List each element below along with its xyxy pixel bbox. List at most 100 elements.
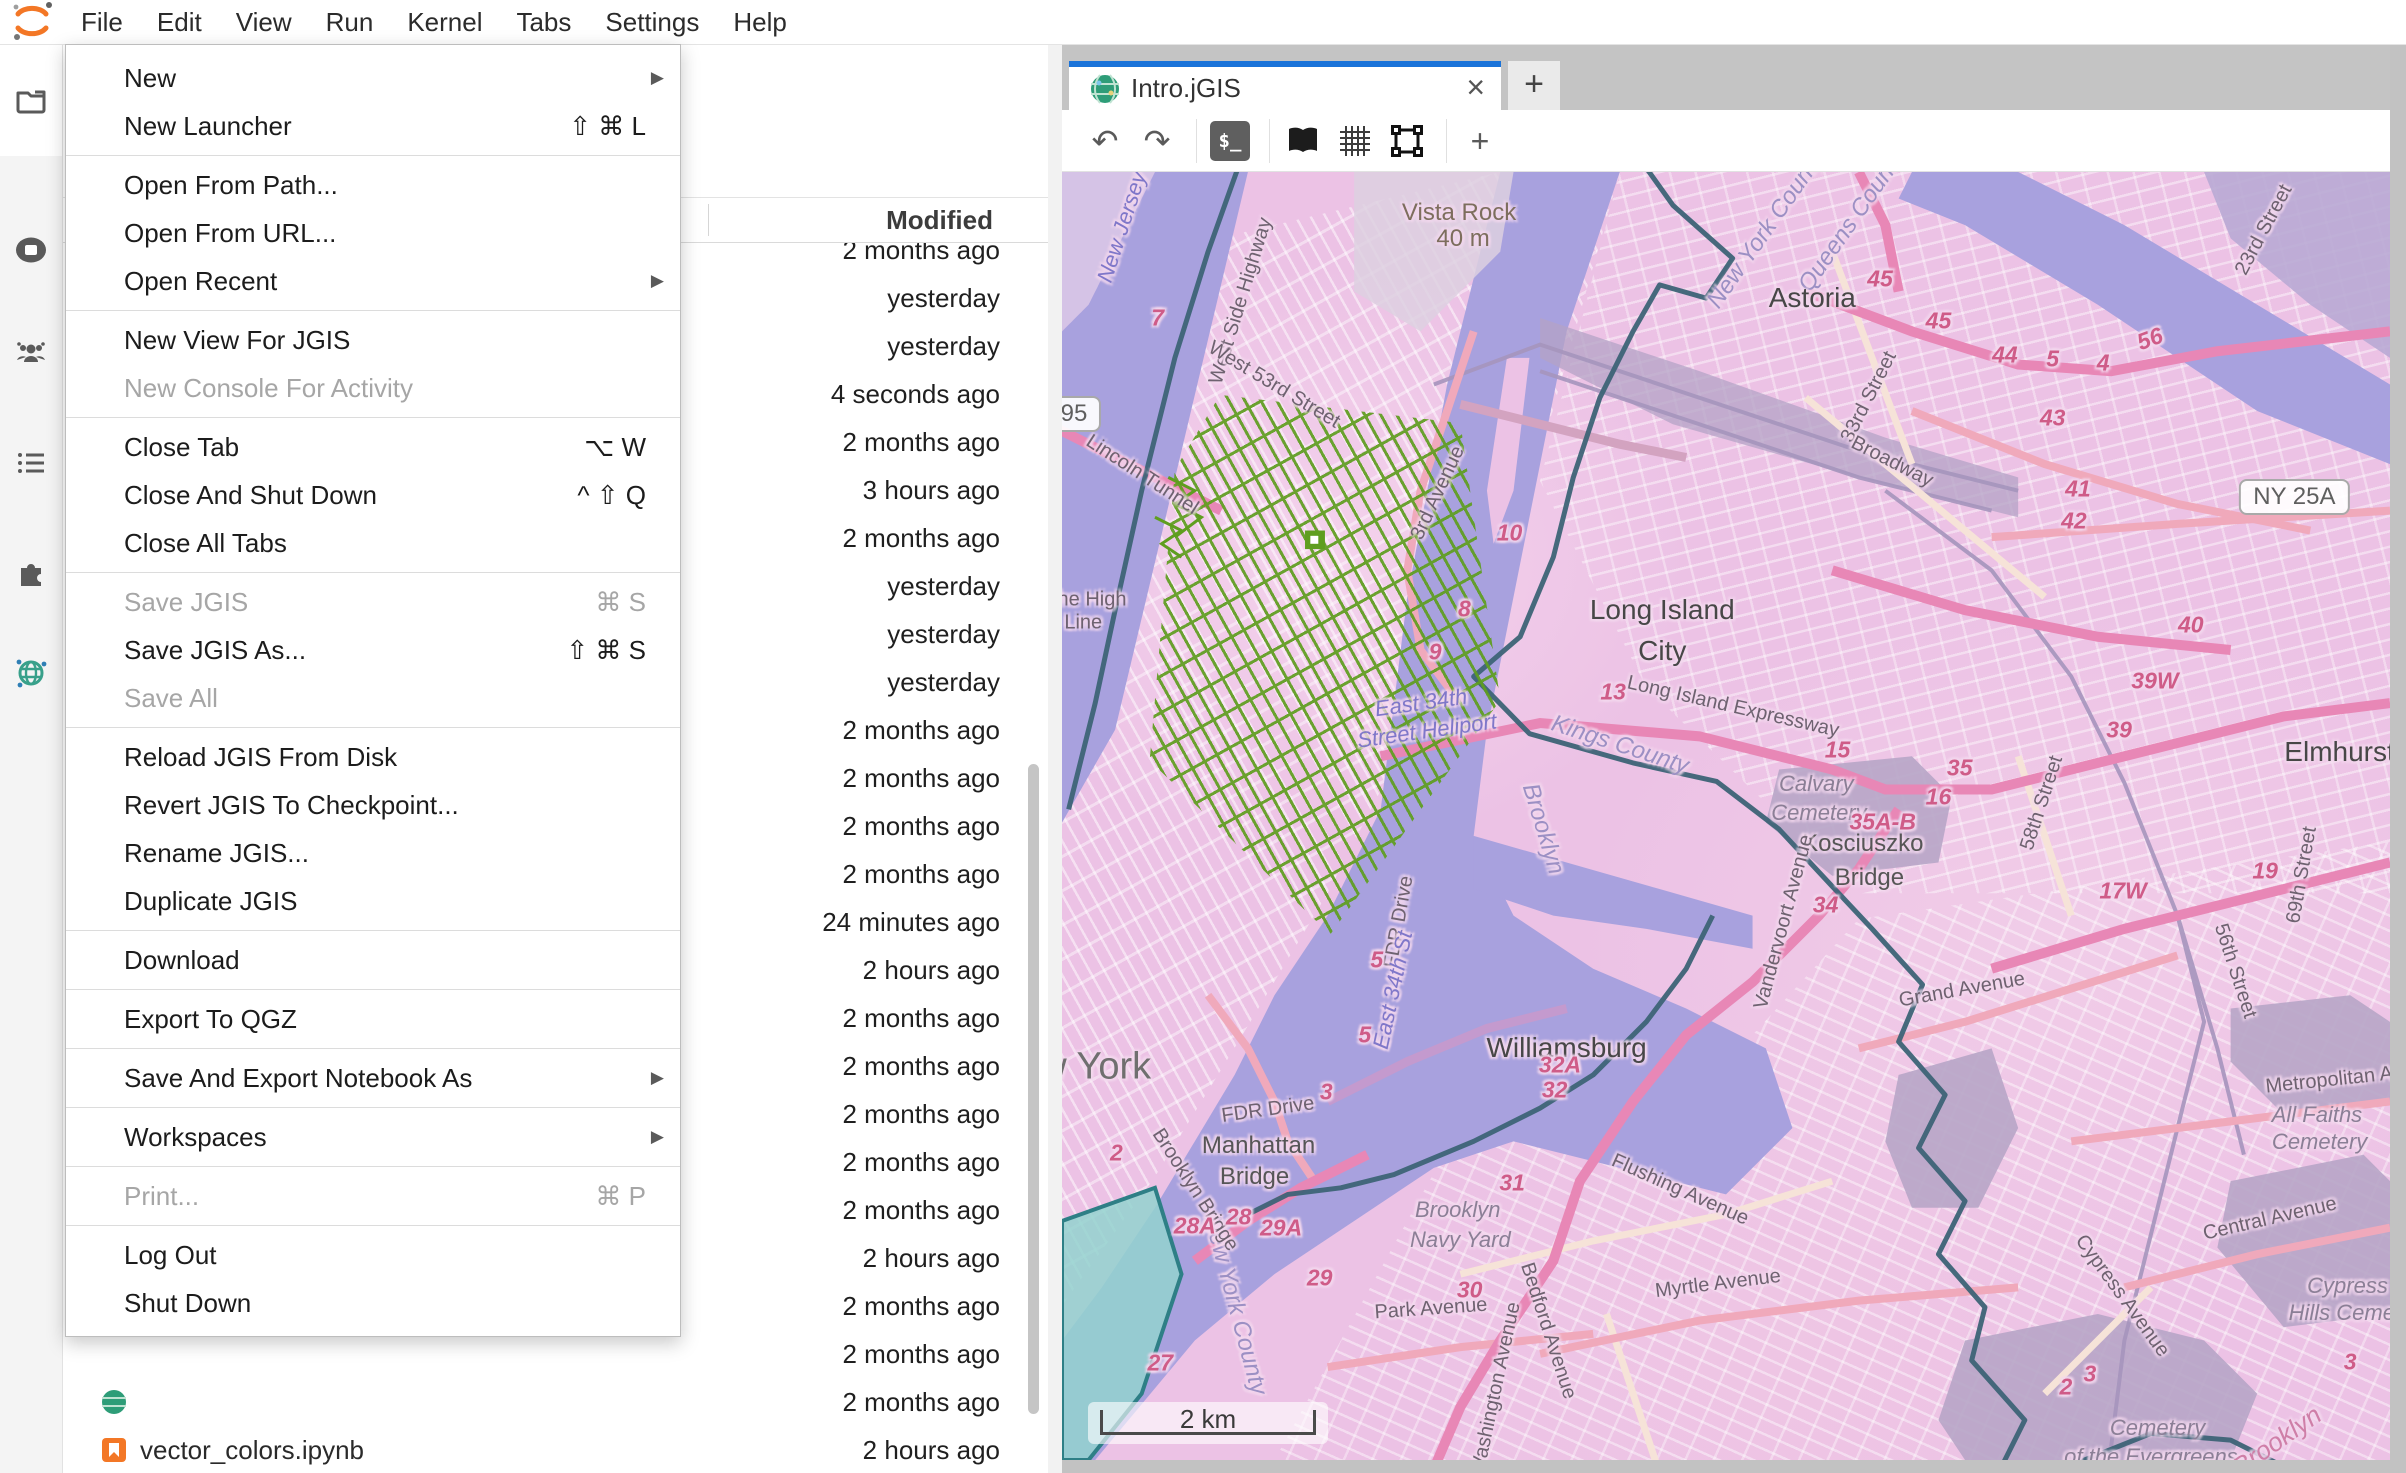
file-modified-time: 2 months ago xyxy=(842,754,1000,802)
grid-layer-button[interactable] xyxy=(1332,118,1378,164)
file-modified-time: yesterday xyxy=(887,322,1000,370)
redo-button[interactable]: ↷ xyxy=(1134,118,1180,164)
menu-item-close-tab[interactable]: Close Tab⌥ W xyxy=(66,423,680,471)
submenu-arrow-icon: ▶ xyxy=(651,257,664,305)
menu-item-workspaces[interactable]: Workspaces▶ xyxy=(66,1113,680,1161)
map-label: Vandervoort Avenue xyxy=(1750,832,1819,1011)
menu-item-close-and-shut-down[interactable]: Close And Shut Down^ ⇧ Q xyxy=(66,471,680,519)
menu-item-open-recent[interactable]: Open Recent ▶ xyxy=(66,257,680,305)
file-modified-time: yesterday xyxy=(887,274,1000,322)
menu-item-shortcut: ⌘ P xyxy=(595,1172,646,1220)
file-modified-time: 2 months ago xyxy=(842,1330,1000,1378)
menubar-item-run[interactable]: Run xyxy=(309,0,391,44)
file-browser-icon[interactable] xyxy=(14,83,48,117)
menu-item-new-view-for-jgis[interactable]: New View For JGIS xyxy=(66,316,680,364)
menu-item-label: Save All xyxy=(124,674,218,722)
menu-item-save-and-export-notebook-as[interactable]: Save And Export Notebook As▶ xyxy=(66,1054,680,1102)
file-row[interactable]: 2 months ago xyxy=(62,1378,1000,1426)
menu-item-label: New xyxy=(124,54,176,102)
undo-icon: ↶ xyxy=(1092,125,1119,157)
menu-item-log-out[interactable]: Log Out xyxy=(66,1231,680,1279)
jupytergis-globe-icon[interactable] xyxy=(14,656,48,690)
file-name: vector_colors.ipynb xyxy=(140,1426,364,1473)
file-modified-time: yesterday xyxy=(887,658,1000,706)
modified-column-header[interactable]: Modified xyxy=(886,198,993,242)
menubar-item-edit[interactable]: Edit xyxy=(140,0,219,44)
file-modified-time: 2 months ago xyxy=(842,418,1000,466)
menu-item-reload-jgis-from-disk[interactable]: Reload JGIS From Disk xyxy=(66,733,680,781)
menubar-item-view[interactable]: View xyxy=(219,0,309,44)
tab-close-icon[interactable]: × xyxy=(1466,67,1485,107)
menu-item-open-from-url[interactable]: Open From URL... xyxy=(66,209,680,257)
menu-item-save-all[interactable]: Save All xyxy=(66,674,680,722)
menu-item-new[interactable]: New▶ xyxy=(66,54,680,102)
file-modified-time: 2 months ago xyxy=(842,1282,1000,1330)
map-label: 69th Street xyxy=(2283,825,2323,925)
book-icon xyxy=(1285,123,1321,159)
file-modified-time: yesterday xyxy=(887,562,1000,610)
menu-item-label: Open Recent xyxy=(124,257,277,305)
map-label: Calvary xyxy=(1779,771,1854,797)
menu-item-label: Save JGIS As... xyxy=(124,626,306,674)
map-label: Navy Yard xyxy=(1410,1227,1511,1253)
extension-manager-icon[interactable] xyxy=(14,557,48,591)
collaboration-users-icon[interactable] xyxy=(14,337,48,371)
panel-splitter[interactable] xyxy=(1048,44,1062,1473)
add-layer-button[interactable]: + xyxy=(1457,118,1503,164)
menu-item-new-launcher[interactable]: New Launcher⇧ ⌘ L xyxy=(66,102,680,150)
map-label: 3 xyxy=(2083,1360,2096,1387)
map-canvas[interactable]: New JerseyNew York CountyQueens CountyNe… xyxy=(1062,172,2390,1460)
map-label: FDR Drive xyxy=(1220,1092,1316,1128)
map-label: Broadway xyxy=(1847,431,1937,492)
console-button[interactable]: $_ xyxy=(1207,118,1253,164)
map-label: 45 xyxy=(1867,265,1893,292)
file-modified-time: 2 months ago xyxy=(842,1186,1000,1234)
map-label: Vista Rock xyxy=(1402,199,1516,227)
menu-item-print[interactable]: Print...⌘ P xyxy=(66,1172,680,1220)
menu-separator xyxy=(66,1225,680,1226)
menu-separator xyxy=(66,1107,680,1108)
file-modified-time: 2 months ago xyxy=(842,1042,1000,1090)
map-label: w York xyxy=(1062,1046,1151,1089)
menubar-item-settings[interactable]: Settings xyxy=(588,0,716,44)
file-row[interactable]: vector_colors.ipynb2 hours ago xyxy=(62,1426,1000,1473)
map-label: 7 xyxy=(1151,304,1164,331)
basemap-button[interactable] xyxy=(1280,118,1326,164)
table-of-contents-icon[interactable] xyxy=(14,446,48,480)
menubar: FileEditViewRunKernelTabsSettingsHelp xyxy=(0,0,2406,45)
menu-item-new-console-for-activity[interactable]: New Console For Activity xyxy=(66,364,680,412)
undo-button[interactable]: ↶ xyxy=(1082,118,1128,164)
map-label: 43 xyxy=(2040,405,2066,432)
vector-edit-button[interactable] xyxy=(1384,118,1430,164)
menubar-item-help[interactable]: Help xyxy=(716,0,803,44)
menu-item-revert-jgis-to-checkpoint[interactable]: Revert JGIS To Checkpoint... xyxy=(66,781,680,829)
menu-item-duplicate-jgis[interactable]: Duplicate JGIS xyxy=(66,877,680,925)
menubar-item-file[interactable]: File xyxy=(64,0,140,44)
map-label: Grand Avenue xyxy=(1898,967,2028,1012)
menu-item-shut-down[interactable]: Shut Down xyxy=(66,1279,680,1327)
map-label: Cypress xyxy=(2307,1273,2388,1299)
menubar-item-tabs[interactable]: Tabs xyxy=(499,0,588,44)
menubar-item-kernel[interactable]: Kernel xyxy=(390,0,499,44)
menu-item-label: Save And Export Notebook As xyxy=(124,1054,472,1102)
running-kernels-icon[interactable] xyxy=(14,233,48,267)
menu-item-shortcut: ⌥ W xyxy=(584,423,646,471)
tab-intro-jgis[interactable]: Intro.jGIS × xyxy=(1069,61,1501,110)
menu-item-open-from-path[interactable]: Open From Path... xyxy=(66,161,680,209)
toolbar-separator xyxy=(1446,119,1447,163)
menu-item-rename-jgis[interactable]: Rename JGIS... xyxy=(66,829,680,877)
menu-item-save-jgis[interactable]: Save JGIS⌘ S xyxy=(66,578,680,626)
map-scale-bar: 2 km xyxy=(1088,1402,1328,1444)
menu-separator xyxy=(66,310,680,311)
toolbar-separator xyxy=(1196,119,1197,163)
new-tab-button[interactable]: + xyxy=(1508,61,1560,110)
menu-item-close-all-tabs[interactable]: Close All Tabs xyxy=(66,519,680,567)
menu-item-download[interactable]: Download xyxy=(66,936,680,984)
file-row[interactable]: 2 months ago xyxy=(62,1330,1000,1378)
file-browser-scrollbar[interactable] xyxy=(1028,764,1039,1414)
map-label: of the Evergreens xyxy=(2064,1444,2238,1460)
menu-item-save-jgis-as[interactable]: Save JGIS As...⇧ ⌘ S xyxy=(66,626,680,674)
menu-item-export-to-qgz[interactable]: Export To QGZ xyxy=(66,995,680,1043)
map-label: 41 xyxy=(2065,475,2091,502)
file-modified-time: 2 months ago xyxy=(842,1378,1000,1426)
